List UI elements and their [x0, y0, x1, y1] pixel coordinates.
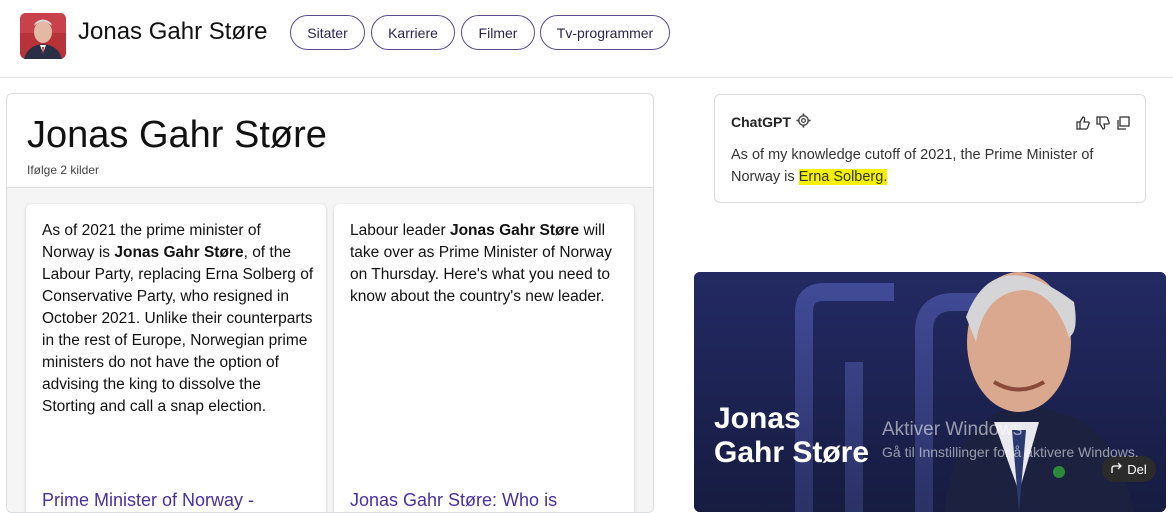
thumbs-down-icon[interactable]	[1095, 115, 1111, 131]
header-title: Jonas Gahr Støre	[78, 18, 268, 45]
card-link[interactable]: Prime Minister of Norway -	[42, 490, 254, 511]
card-link[interactable]: Jonas Gahr Støre: Who is	[350, 490, 557, 511]
card-text: As of 2021 the prime minister of Norway …	[42, 222, 314, 415]
tab-filmer[interactable]: Filmer	[461, 15, 535, 50]
tab-tv-programmer[interactable]: Tv-programmer	[540, 15, 670, 50]
source-card[interactable]: Labour leader Jonas Gahr Støre will take…	[334, 204, 634, 512]
chatgpt-answer: As of my knowledge cutoff of 2021, the P…	[731, 147, 1094, 185]
share-label: Del	[1127, 461, 1147, 477]
answer-panel: Jonas Gahr Støre Ifølge 2 kilder As of 2…	[6, 93, 654, 513]
portrait-photo	[694, 272, 1166, 512]
windows-watermark-title: Aktiver Windows	[882, 419, 1023, 440]
thumbs-up-icon[interactable]	[1075, 115, 1091, 131]
top-header: Jonas Gahr Støre Sitater Karriere Filmer…	[0, 0, 1173, 78]
copy-icon[interactable]	[1115, 115, 1131, 131]
chatgpt-title: ChatGPT	[731, 114, 791, 130]
feedback-icons	[1075, 115, 1131, 131]
avatar[interactable]	[20, 13, 66, 59]
chatgpt-box: ChatGPT As of my knowledge cutoff of 202…	[714, 94, 1146, 203]
source-card[interactable]: As of 2021 the prime minister of Norway …	[26, 204, 326, 512]
share-icon	[1111, 462, 1123, 477]
card-text: Labour leader Jonas Gahr Støre will take…	[350, 222, 612, 305]
windows-watermark-text: Gå til Innstillinger for å aktivere Wind…	[882, 444, 1139, 460]
gear-icon[interactable]	[796, 113, 811, 128]
tab-karriere[interactable]: Karriere	[371, 15, 455, 50]
tab-sitater[interactable]: Sitater	[290, 15, 365, 50]
portrait-name: Jonas Gahr Støre	[714, 402, 870, 469]
answer-title: Jonas Gahr Støre	[27, 114, 327, 156]
sources-count: Ifølge 2 kilder	[27, 163, 100, 177]
highlighted-text: Erna Solberg.	[798, 169, 888, 185]
portrait-image-card[interactable]: Jonas Gahr Støre Del	[694, 272, 1166, 512]
